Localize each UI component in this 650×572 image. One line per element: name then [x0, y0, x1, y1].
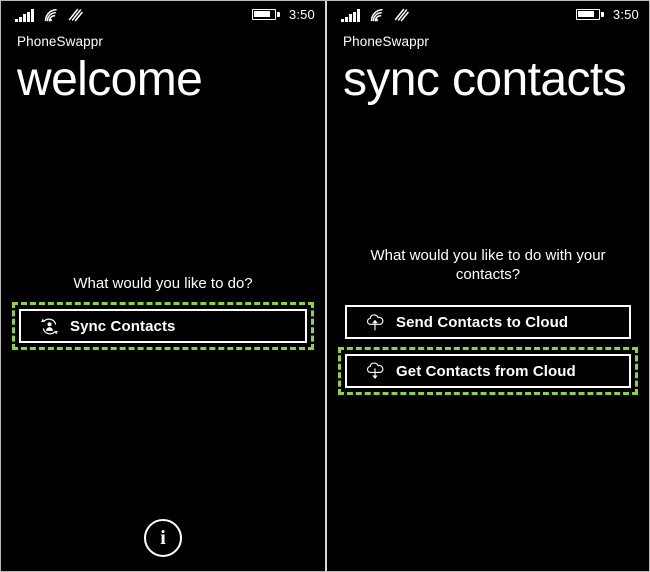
page-title-welcome: welcome — [17, 52, 203, 106]
status-bar-left-icons — [15, 6, 83, 22]
sync-content: What would you like to do with your cont… — [327, 246, 649, 396]
battery-icon — [575, 8, 604, 20]
selection-highlight-sync-contacts: Sync Contacts — [12, 302, 314, 351]
status-bar: 3:50 — [1, 1, 325, 27]
selection-highlight-get-contacts: Get Contacts from Cloud — [338, 347, 638, 396]
status-bar-right-icons: 3:50 — [251, 6, 315, 22]
send-contacts-to-cloud-label: Send Contacts to Cloud — [396, 313, 569, 331]
status-bar-2: 3:50 — [327, 1, 649, 27]
prompt-text-welcome: What would you like to do? — [73, 275, 253, 292]
prompt-text-sync: What would you like to do with your cont… — [370, 247, 606, 284]
sync-contact-icon — [39, 316, 59, 336]
signal-bars-icon — [15, 9, 34, 22]
status-bar-clock: 3:50 — [288, 6, 315, 22]
info-button[interactable]: i — [144, 519, 182, 557]
signal-bars-icon — [341, 9, 360, 22]
sync-contacts-button[interactable]: Sync Contacts — [19, 309, 307, 344]
welcome-content: What would you like to do? Sync Contacts — [1, 274, 325, 351]
cellular-data-waves-icon — [68, 8, 83, 22]
screenshot-frame: 3:50 PhoneSwappr welcome What would you … — [0, 0, 650, 572]
battery-icon — [251, 8, 280, 20]
app-bar-welcome: i — [1, 519, 325, 557]
status-bar-clock-2: 3:50 — [612, 6, 639, 22]
status-bar-right-icons-2: 3:50 — [575, 6, 639, 22]
send-contacts-to-cloud-button[interactable]: Send Contacts to Cloud — [345, 305, 631, 340]
sync-contacts-button-label: Sync Contacts — [70, 317, 176, 335]
app-name-welcome: PhoneSwappr — [17, 34, 103, 49]
get-contacts-from-cloud-label: Get Contacts from Cloud — [396, 362, 576, 380]
page-title-sync: sync contacts — [343, 52, 627, 106]
get-contacts-from-cloud-button[interactable]: Get Contacts from Cloud — [345, 354, 631, 389]
cloud-upload-icon — [365, 312, 385, 332]
cloud-download-icon — [365, 361, 385, 381]
app-name-sync: PhoneSwappr — [343, 34, 429, 49]
sync-actions: Send Contacts to Cloud Get Contacts from — [327, 284, 649, 396]
welcome-actions: Sync Contacts — [1, 293, 325, 351]
selection-highlight-send-contacts: Send Contacts to Cloud — [338, 298, 638, 346]
status-bar-left-icons-2 — [341, 6, 409, 22]
wifi-icon — [370, 9, 383, 22]
wifi-icon — [44, 9, 57, 22]
info-icon: i — [160, 526, 166, 549]
phone-screen-welcome: 3:50 PhoneSwappr welcome What would you … — [1, 1, 325, 571]
cellular-data-waves-icon — [394, 8, 409, 22]
phone-screen-sync-contacts: 3:50 PhoneSwappr sync contacts What woul… — [325, 1, 649, 571]
